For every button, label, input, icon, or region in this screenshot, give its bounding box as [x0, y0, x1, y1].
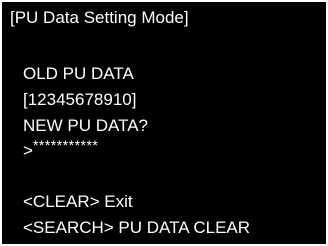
old-pu-data-value: [12345678910] [23, 90, 137, 109]
input-prompt-symbol: > [23, 141, 33, 160]
new-pu-data-input[interactable]: >*********** [23, 137, 98, 161]
new-pu-data-label: NEW PU DATA? [23, 116, 148, 135]
mode-title: [PU Data Setting Mode] [10, 8, 189, 27]
masked-input-value: *********** [32, 137, 99, 153]
old-pu-data-label: OLD PU DATA [23, 64, 134, 83]
search-clear-hint: <SEARCH> PU DATA CLEAR [23, 218, 251, 237]
lcd-screen: [PU Data Setting Mode] OLD PU DATA [1234… [2, 2, 326, 244]
clear-exit-hint: <CLEAR> Exit [23, 192, 133, 211]
